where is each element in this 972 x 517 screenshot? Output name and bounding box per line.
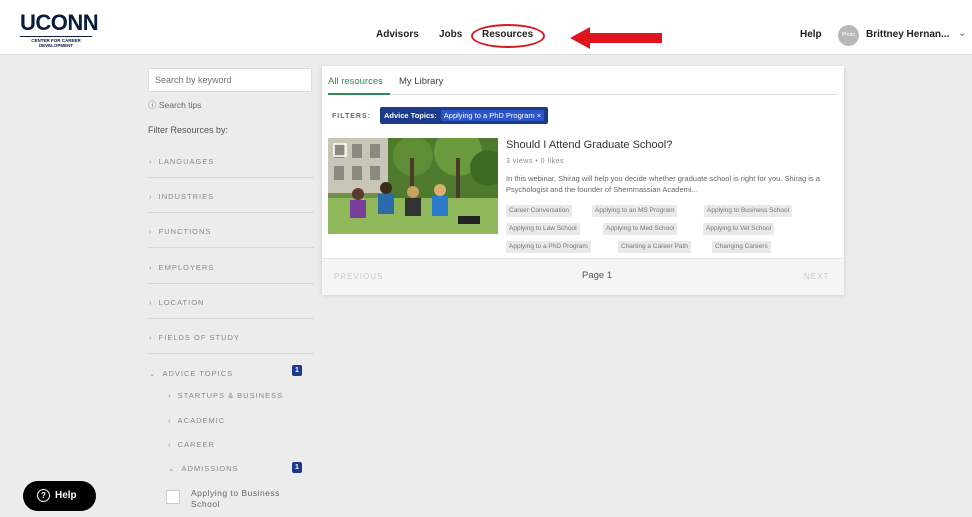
logo-wordmark: UCONN [20, 10, 99, 35]
tag[interactable]: Charting a Career Path [618, 241, 691, 253]
facet-fields-of-study[interactable]: › FIELDS OF STUDY [148, 319, 314, 354]
chevron-right-icon: › [168, 416, 172, 425]
tab-all-resources[interactable]: All resources [328, 76, 383, 87]
nav-jobs[interactable]: Jobs [439, 29, 462, 40]
user-name-menu[interactable]: Brittney Hernan... [866, 29, 949, 40]
chevron-right-icon: › [149, 192, 153, 201]
subfacet-startups[interactable]: › STARTUPS & BUSINESS [168, 391, 283, 400]
help-button[interactable]: ? Help [23, 481, 96, 511]
chevron-right-icon: › [149, 157, 153, 166]
tag[interactable]: Applying to Business School [704, 205, 793, 217]
red-arrow-annotation [570, 27, 662, 49]
admissions-count-badge: 1 [292, 462, 302, 473]
chevron-down-icon[interactable]: ⌄ [958, 28, 966, 39]
resources-highlight-circle [471, 24, 545, 48]
chevron-right-icon: › [149, 227, 153, 236]
tag[interactable]: Applying to Med School [603, 223, 678, 235]
facet-advice-topics[interactable]: ⌄ ADVICE TOPICS [148, 355, 314, 390]
subfacet-career[interactable]: › CAREER [168, 440, 215, 449]
resource-description: In this webinar, Shirag will help you de… [506, 174, 820, 194]
tag[interactable]: Career Conversation [506, 205, 572, 217]
next-button[interactable]: NEXT [804, 272, 829, 281]
chevron-right-icon: › [149, 298, 153, 307]
search-input[interactable] [148, 68, 312, 92]
info-icon: ⓘ [148, 100, 157, 110]
active-filter-chip[interactable]: Advice Topics: Applying to a PhD Program … [380, 107, 549, 124]
filter-heading: Filter Resources by: [148, 125, 229, 135]
chevron-right-icon: › [168, 440, 172, 449]
checkbox-label: Applying to Business School [191, 488, 280, 509]
tag[interactable]: Applying to a PhD Program [506, 241, 591, 253]
resource-meta: 3 views • 0 likes [506, 158, 565, 165]
facet-functions[interactable]: › FUNCTIONS [148, 213, 314, 248]
advice-topics-count-badge: 1 [292, 365, 302, 376]
tag[interactable]: Changing Careers [712, 241, 771, 253]
tab-my-library[interactable]: My Library [399, 76, 443, 87]
resources-panel: All resources My Library FILTERS: Advice… [322, 66, 844, 295]
facet-location[interactable]: › LOCATION [148, 284, 314, 319]
facet-employers[interactable]: › EMPLOYERS [148, 249, 314, 284]
pagination: PREVIOUS Page 1 NEXT [322, 258, 844, 295]
chevron-right-icon: › [149, 263, 153, 272]
tag[interactable]: Applying to an MS Program [592, 205, 678, 217]
chevron-right-icon: › [168, 391, 172, 400]
chip-key: Advice Topics: [384, 111, 437, 120]
previous-button[interactable]: PREVIOUS [334, 272, 383, 281]
facet-industries[interactable]: › INDUSTRIES [148, 178, 314, 213]
chip-value: Applying to a PhD Program [443, 111, 535, 120]
subfacet-academic[interactable]: › ACADEMIC [168, 416, 225, 425]
nav-advisors[interactable]: Advisors [376, 29, 419, 40]
uconn-logo[interactable]: UCONN CENTER FOR CAREER DEVELOPMENT [20, 10, 99, 48]
chevron-right-icon: › [149, 333, 153, 342]
search-tips-link[interactable]: ⓘ Search tips [148, 99, 314, 111]
facet-languages[interactable]: › LANGUAGES [148, 143, 314, 178]
question-icon: ? [37, 489, 50, 502]
filters-label: FILTERS: [332, 113, 371, 120]
logo-subtitle: CENTER FOR CAREER DEVELOPMENT [20, 36, 92, 48]
filter-sidebar: ⓘ Search tips Filter Resources by: [148, 68, 314, 135]
tab-divider [328, 94, 838, 95]
tag[interactable]: Applying to Vet School [703, 223, 775, 235]
chevron-down-icon: ⌄ [168, 464, 176, 473]
resource-title[interactable]: Should I Attend Graduate School? [506, 139, 672, 151]
page-indicator: Page 1 [582, 270, 613, 281]
subfacet-admissions[interactable]: ⌄ ADMISSIONS [168, 464, 239, 473]
close-icon[interactable]: × [537, 111, 541, 120]
help-link[interactable]: Help [800, 29, 822, 40]
resource-thumbnail[interactable] [328, 138, 498, 234]
chevron-down-icon: ⌄ [149, 369, 157, 378]
tag[interactable]: Applying to Law School [506, 223, 580, 235]
active-tab-indicator [328, 93, 390, 95]
user-avatar[interactable]: Photo [838, 25, 859, 46]
checkbox-applying-business-school[interactable] [166, 490, 180, 504]
